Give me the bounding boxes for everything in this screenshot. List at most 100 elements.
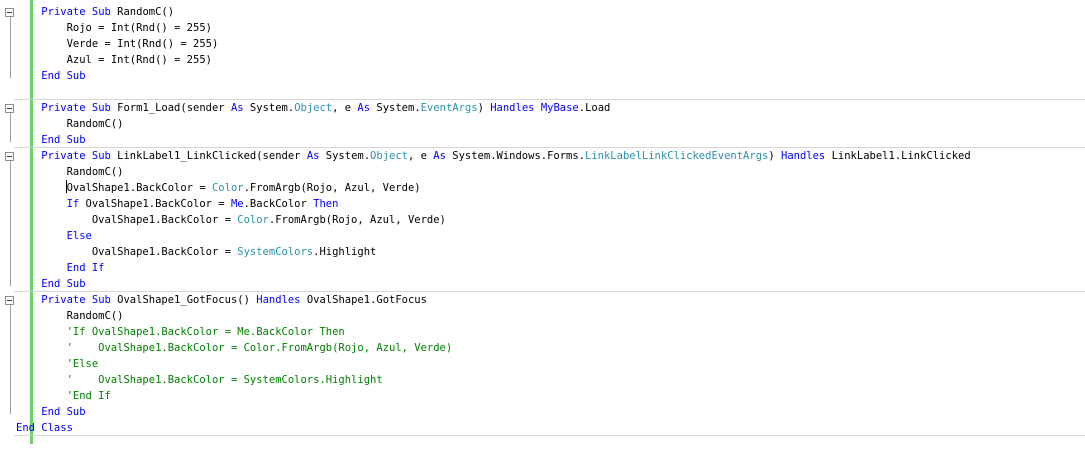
keyword-token: Handles	[781, 150, 826, 162]
text-token: Form1_Load(sender	[110, 102, 231, 114]
type-token: EventArgs	[420, 102, 478, 114]
code-line[interactable]: RandomC()	[16, 164, 971, 180]
keyword-token: As	[230, 102, 244, 114]
code-line[interactable]: End Sub	[16, 276, 971, 292]
text-token: System.	[370, 102, 421, 114]
code-line[interactable]: OvalShape1.BackColor = Color.FromArgb(Ro…	[16, 180, 971, 196]
code-line[interactable]: 'If OvalShape1.BackColor = Me.BackColor …	[16, 324, 971, 340]
text-token: .Highlight	[313, 246, 377, 258]
code-line[interactable]: ' OvalShape1.BackColor = SystemColors.Hi…	[16, 372, 971, 388]
keyword-token: As	[433, 150, 446, 162]
keyword-token: If	[66, 198, 80, 210]
collapse-minus-icon[interactable]	[5, 8, 14, 17]
code-text-area[interactable]: Private Sub RandomC() Rojo = Int(Rnd() =…	[16, 4, 971, 436]
code-line[interactable]: End If	[16, 260, 971, 276]
collapse-minus-icon[interactable]	[5, 104, 14, 113]
text-token: )	[768, 150, 781, 162]
collapse-minus-icon[interactable]	[5, 152, 14, 161]
code-line[interactable]: ' OvalShape1.BackColor = Color.FromArgb(…	[16, 340, 971, 356]
text-token: OvalShape1.BackColor =	[66, 182, 212, 194]
comment-token: ' OvalShape1.BackColor = Color.FromArgb(…	[66, 342, 453, 354]
code-line[interactable]: Rojo = Int(Rnd() = 255)	[16, 20, 971, 36]
code-line[interactable]: End Sub	[16, 68, 971, 84]
code-line[interactable]: End Sub	[16, 132, 971, 148]
keyword-token: Else	[66, 230, 92, 242]
keyword-token: Private Sub	[41, 294, 111, 306]
text-token: System.	[319, 150, 371, 162]
keyword-token: Private Sub	[41, 150, 111, 162]
type-token: LinkLabelLinkClickedEventArgs	[585, 150, 769, 162]
code-line[interactable]: RandomC()	[16, 308, 971, 324]
keyword-token: End Sub	[41, 70, 86, 82]
type-token: SystemColors	[237, 246, 314, 258]
code-line[interactable]: Azul = Int(Rnd() = 255)	[16, 52, 971, 68]
keyword-token: Then	[313, 198, 339, 210]
text-token: RandomC()	[110, 6, 175, 18]
code-line[interactable]: If OvalShape1.BackColor = Me.BackColor T…	[16, 196, 971, 212]
keyword-token: Handles	[490, 102, 535, 114]
keyword-token: Private Sub	[41, 102, 111, 114]
keyword-token: End Sub	[41, 134, 86, 146]
text-token: .FromArgb(Rojo, Azul, Verde)	[243, 182, 421, 194]
text-token: LinkLabel1.LinkClicked	[825, 150, 971, 162]
code-line[interactable]: End Class	[16, 420, 971, 436]
keyword-token: End Sub	[41, 406, 86, 418]
code-line[interactable]: Else	[16, 228, 971, 244]
type-token: Color	[211, 182, 244, 194]
text-token: Rojo = Int(Rnd() = 255)	[16, 22, 212, 34]
code-line[interactable]: Private Sub RandomC()	[16, 4, 971, 20]
code-line[interactable]: Private Sub LinkLabel1_LinkClicked(sende…	[16, 148, 971, 164]
keyword-token: MyBase	[540, 102, 579, 114]
code-editor[interactable]: Private Sub RandomC() Rojo = Int(Rnd() =…	[0, 0, 1085, 450]
text-token: .FromArgb(Rojo, Azul, Verde)	[268, 214, 446, 226]
code-line[interactable]: RandomC()	[16, 116, 971, 132]
keyword-token: As	[306, 150, 320, 162]
code-line[interactable]: 'Else	[16, 356, 971, 372]
code-line[interactable]: Verde = Int(Rnd() = 255)	[16, 36, 971, 52]
text-token: LinkLabel1_LinkClicked(sender	[110, 150, 307, 162]
outline-margin	[0, 0, 4, 444]
text-token: .BackColor	[243, 198, 314, 210]
comment-token: 'Else	[66, 358, 99, 370]
text-token: )	[477, 102, 491, 114]
code-line[interactable]: Private Sub Form1_Load(sender As System.…	[16, 100, 971, 116]
text-token: , e	[407, 150, 434, 162]
keyword-token: Private Sub	[41, 6, 111, 18]
keyword-token: End Sub	[41, 278, 86, 290]
code-line[interactable]: Private Sub OvalShape1_GotFocus() Handle…	[16, 292, 971, 308]
text-token: OvalShape1.BackColor =	[79, 198, 231, 210]
code-line[interactable]	[16, 84, 971, 100]
keyword-token: Handles	[256, 294, 301, 306]
collapse-minus-icon[interactable]	[5, 296, 14, 305]
type-token: Color	[237, 214, 269, 226]
code-line[interactable]: End Sub	[16, 404, 971, 420]
code-line[interactable]: OvalShape1.BackColor = Color.FromArgb(Ro…	[16, 212, 971, 228]
text-token: .Load	[578, 102, 611, 114]
keyword-token: As	[357, 102, 371, 114]
text-token: OvalShape1.GotFocus	[300, 294, 427, 306]
text-token: RandomC()	[16, 166, 124, 178]
text-token: OvalShape1.BackColor =	[16, 246, 238, 258]
comment-token: ' OvalShape1.BackColor = SystemColors.Hi…	[66, 374, 383, 386]
text-token: OvalShape1.BackColor =	[16, 214, 238, 226]
text-token: Verde = Int(Rnd() = 255)	[16, 38, 219, 50]
keyword-token: End If	[66, 262, 105, 274]
code-line[interactable]: OvalShape1.BackColor = SystemColors.High…	[16, 244, 971, 260]
code-line[interactable]: 'End If	[16, 388, 971, 404]
